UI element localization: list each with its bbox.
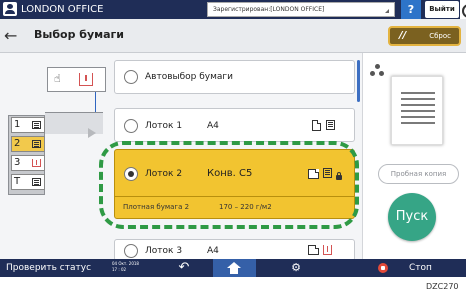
paper-stack-icon [326,120,335,130]
bypass-tray-icon [79,73,93,86]
date-time: 04 Окт. 2018 17 : 02 [112,261,139,273]
home-button[interactable] [213,259,256,277]
top-title: LONDON OFFICE [21,4,104,15]
stop-button[interactable]: Стоп [409,259,432,277]
power-icon[interactable] [460,0,466,19]
option-label: Лоток 1 [145,121,183,131]
start-button[interactable]: Пуск [388,193,436,241]
stop-icon[interactable] [378,263,388,273]
tray-number: 2 [14,138,21,149]
page-preview-icon [391,76,443,145]
time: 17 : 02 [112,267,127,272]
arrow-icon [88,128,96,138]
tray-number: 1 [14,119,21,130]
figure-id: DZC270 [426,282,459,291]
home-icon [227,262,241,274]
back-arrow-icon[interactable]: ← [4,27,24,45]
option-label: Лоток 3 [145,246,183,256]
login-status-field[interactable]: Зарегистрирован:[LONDON OFFICE] [207,2,395,17]
highlight-outline [99,141,359,229]
logout-button[interactable]: Выйти [425,1,459,18]
diagram-tray-1[interactable]: 1 [11,117,45,133]
bottom-bar: Проверить статус 04 Окт. 2018 17 : 02 ↶ … [0,259,466,277]
tray-number: T [14,176,21,187]
paper-low-icon [323,245,332,255]
help-button[interactable]: ? [401,0,421,19]
user-icon[interactable] [3,2,17,16]
diagram-tray-t[interactable]: T [11,174,45,190]
radio-button[interactable] [124,244,138,258]
gear-icon[interactable]: ⚙ [288,259,304,277]
reset-label: Сброс [429,32,451,40]
tray-stack: 1 2 3 T [8,115,45,195]
paper-stack-icon [32,140,41,148]
paper-stack-icon [32,178,41,186]
option-tray-3[interactable]: Лоток 3 A4 [114,239,355,261]
hand-icon: ☝ [54,72,61,85]
option-size: A4 [207,246,219,256]
page-title: Выбор бумаги [34,28,124,41]
option-auto-paper[interactable]: Автовыбор бумаги [114,60,355,94]
option-tray-1[interactable]: Лоток 1 A4 [114,108,355,142]
list-scrollbar[interactable] [357,60,360,102]
diagram-tray-2[interactable]: 2 [11,136,45,152]
top-bar: LONDON OFFICE Зарегистрирован:[LONDON OF… [0,0,466,19]
reset-button[interactable]: // Сброс [388,26,461,46]
radio-button[interactable] [124,70,138,84]
paper-low-icon [32,159,41,167]
tray-number: 3 [14,157,21,168]
option-label: Автовыбор бумаги [145,72,234,82]
paper-portrait-icon [312,120,321,131]
dropdown-corner-icon [385,9,389,13]
reset-icon: // [399,30,407,41]
proof-copy-button[interactable]: Пробная копия [378,164,459,184]
multi-dot-icon [370,64,384,78]
check-status-button[interactable]: Проверить статус [6,259,91,277]
paper-landscape-icon [308,245,319,255]
radio-button[interactable] [124,119,138,133]
diagram-tray-3[interactable]: 3 [11,155,45,171]
paper-stack-icon [32,121,41,129]
back-icon[interactable]: ↶ [174,259,194,277]
option-size: A4 [207,121,219,131]
